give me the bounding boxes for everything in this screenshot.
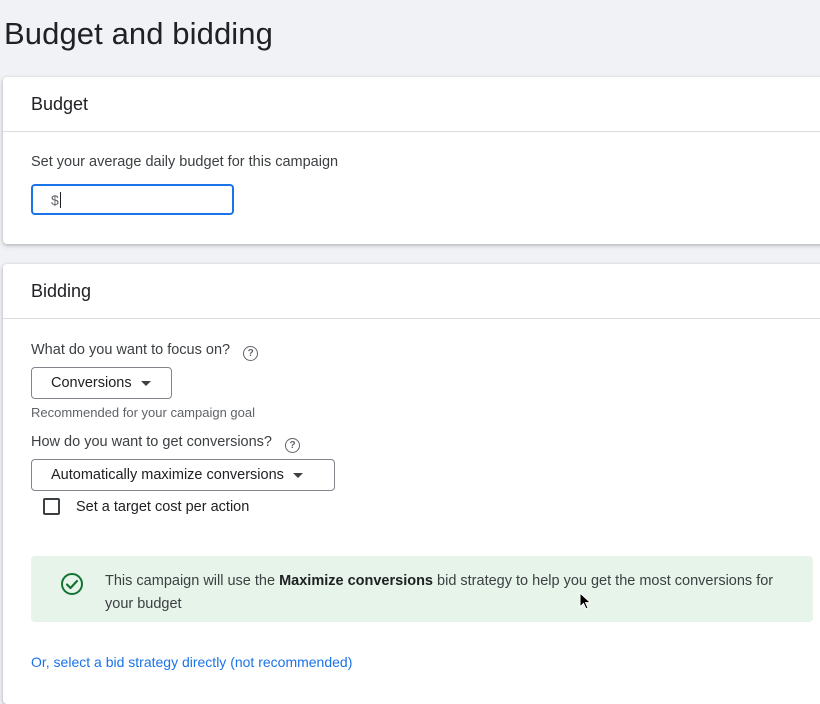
- budget-header: Budget: [3, 77, 820, 132]
- conversions-question-row: How do you want to get conversions? ?: [31, 434, 301, 453]
- triangle-down-icon: [140, 380, 151, 386]
- check-circle-icon: [61, 573, 83, 595]
- focus-hint: Recommended for your campaign goal: [31, 405, 256, 420]
- help-icon[interactable]: ?: [285, 438, 301, 453]
- strategy-name: Maximize conversions: [279, 573, 433, 589]
- target-cpa-checkbox[interactable]: [43, 498, 60, 515]
- budget-input-value: $: [51, 191, 59, 208]
- focus-selected: Conversions: [51, 375, 132, 391]
- budget-prompt: Set your average daily budget for this c…: [31, 154, 339, 170]
- target-cpa-label: Set a target cost per action: [76, 498, 250, 515]
- target-cpa-row[interactable]: Set a target cost per action: [43, 498, 249, 515]
- info-message: This campaign will use the Maximize conv…: [105, 573, 774, 612]
- budget-card: Budget Set your average daily budget for…: [3, 77, 820, 244]
- focus-question-row: What do you want to focus on? ?: [31, 342, 259, 361]
- help-icon[interactable]: ?: [243, 346, 259, 361]
- conversions-selected: Automatically maximize conversions: [51, 467, 284, 483]
- daily-budget-input[interactable]: $: [31, 184, 234, 215]
- triangle-down-icon: [292, 472, 303, 478]
- mouse-pointer-icon: [579, 592, 592, 610]
- conversions-dropdown[interactable]: Automatically maximize conversions: [31, 459, 335, 491]
- page-title: Budget and bidding: [4, 16, 273, 51]
- bidding-card: Bidding What do you want to focus on? ? …: [3, 264, 820, 704]
- focus-dropdown[interactable]: Conversions: [31, 367, 172, 399]
- select-bid-strategy-link[interactable]: Or, select a bid strategy directly (not …: [31, 654, 352, 670]
- conversions-question: How do you want to get conversions?: [31, 434, 272, 450]
- bid-strategy-info: This campaign will use the Maximize conv…: [31, 556, 813, 622]
- focus-question: What do you want to focus on?: [31, 342, 231, 358]
- text-cursor: [59, 191, 61, 208]
- bidding-header: Bidding: [3, 264, 820, 319]
